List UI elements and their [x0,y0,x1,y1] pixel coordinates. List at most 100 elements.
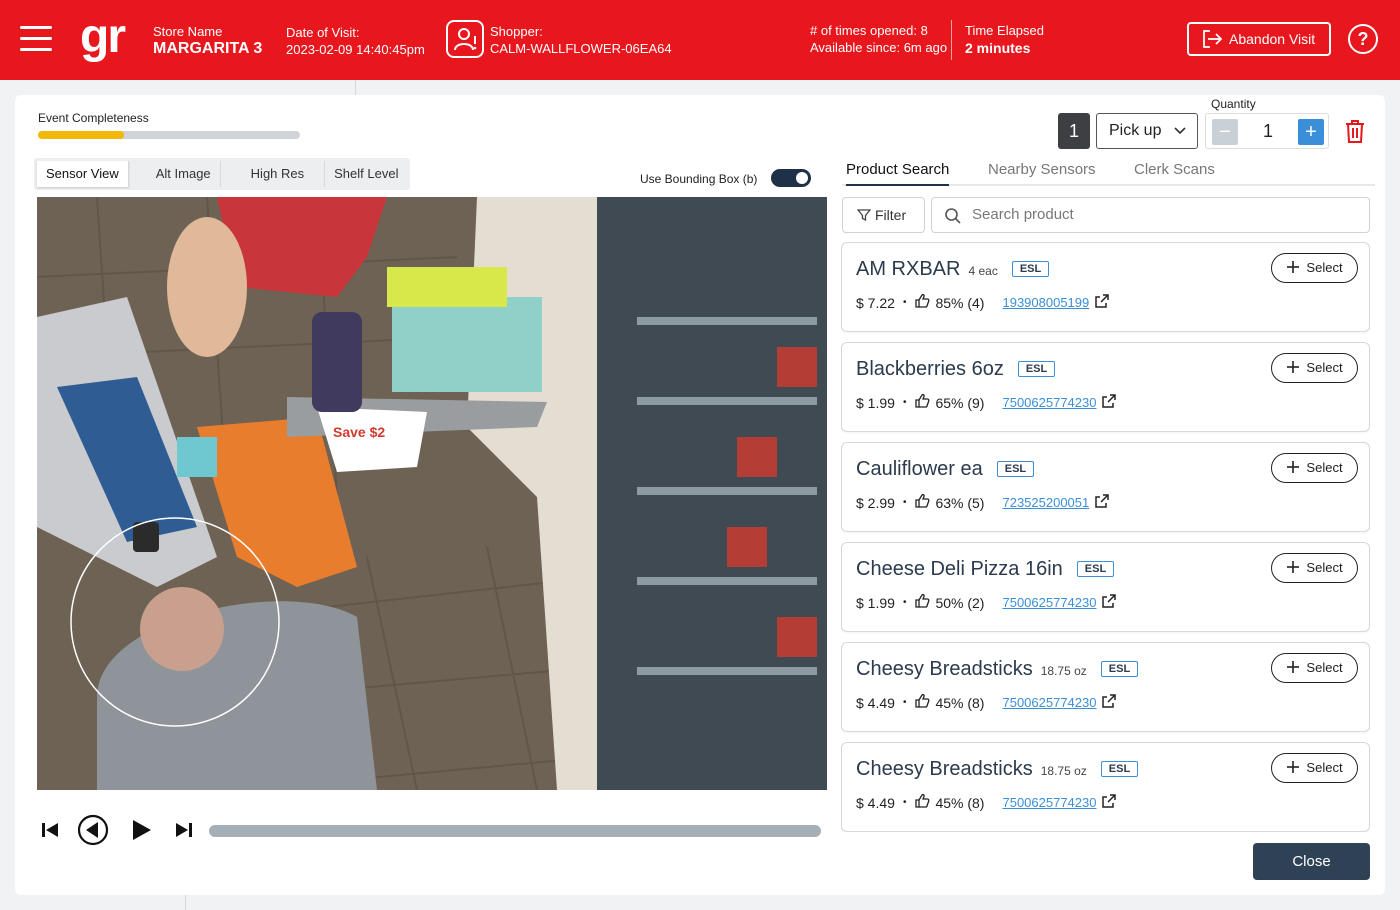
product-sku-link[interactable]: 7500625774230 [1002,595,1096,610]
visit-date-label: Date of Visit: [286,25,360,40]
step-back-icon[interactable] [77,814,109,851]
product-sku-link[interactable]: 723525200051 [1002,495,1089,510]
action-type-value: Pick up [1109,122,1162,139]
header-divider [951,20,952,60]
shopper-info: Shopper: CALM-WALLFLOWER-06EA64 [490,23,672,57]
product-sku-link[interactable]: 7500625774230 [1002,395,1096,410]
select-label: Select [1306,460,1343,475]
separator-dot: • [902,597,907,608]
tab-nearby-sensors[interactable]: Nearby Sensors [988,161,1096,184]
abandon-visit-button[interactable]: Abandon Visit [1187,22,1331,56]
external-link-icon[interactable] [1094,293,1110,312]
select-label: Select [1306,660,1343,675]
product-card[interactable]: Cauliflower ea ESL $ 2.99 • 63% (5) 723525200… [841,442,1370,532]
bounding-box-toggle[interactable] [771,169,811,187]
product-name-row: Cauliflower ea ESL [856,458,1035,481]
play-icon[interactable] [129,817,153,848]
esl-badge: ESL [1100,661,1139,677]
select-product-button[interactable]: Select [1271,753,1358,783]
help-icon[interactable]: ? [1348,24,1378,54]
skip-back-icon[interactable] [39,819,61,846]
product-size: 18.75 oz [1040,764,1087,778]
trash-icon[interactable] [1342,117,1368,150]
skip-forward-icon[interactable] [173,819,195,846]
thumbs-up-icon [914,393,930,412]
product-search-field[interactable] [931,197,1370,233]
product-card[interactable]: AM RXBAR 4 eac ESL $ 7.22 • 85% (4) 1939080051… [841,242,1370,332]
product-size: 4 eac [968,264,998,278]
quantity-label: Quantity [1211,97,1256,111]
visit-date-value: 2023-02-09 14:40:45pm [286,42,425,57]
select-product-button[interactable]: Select [1271,253,1358,283]
tab-high-res[interactable]: High Res [221,161,326,187]
product-name: Cheese Deli Pizza 16in [856,558,1063,580]
top-header-bar: gr Store Name MARGARITA 3 Date of Visit:… [0,0,1400,80]
product-match-percent: 45% (8) [935,794,985,811]
event-completeness-label: Event Completeness [38,111,149,125]
select-product-button[interactable]: Select [1271,453,1358,483]
product-sku-link[interactable]: 7500625774230 [1002,795,1096,810]
sensor-video-frame[interactable]: Save $2 [37,197,827,790]
product-price: $ 4.49 [856,794,895,811]
select-product-button[interactable]: Select [1271,653,1358,683]
tab-sensor-view[interactable]: Sensor View [37,161,129,187]
tab-clerk-scans[interactable]: Clerk Scans [1134,161,1215,184]
external-link-icon[interactable] [1094,493,1110,512]
quantity-increment-button[interactable]: + [1298,119,1324,145]
product-tabs: Product Search Nearby Sensors Clerk Scan… [842,158,1375,186]
product-card[interactable]: Cheesy Breadsticks 18.75 oz ESL $ 4.49 • 45% … [841,642,1370,732]
product-match-percent: 63% (5) [935,494,985,511]
event-completeness-fill [38,131,125,139]
product-name-row: Cheesy Breadsticks 18.75 oz ESL [856,658,1139,681]
esl-badge: ESL [1011,261,1050,277]
external-link-icon[interactable] [1101,393,1117,412]
product-name: Cheesy Breadsticks [856,758,1033,780]
quantity-value[interactable]: 1 [1246,114,1290,148]
shopper-icon [446,20,484,58]
view-tabs: Sensor View Alt Image High Res Shelf Lev… [34,158,411,190]
external-link-icon[interactable] [1101,593,1117,612]
tab-product-search[interactable]: Product Search [846,161,950,186]
playback-scrubber[interactable] [209,825,821,837]
external-link-icon[interactable] [1101,793,1117,812]
search-input[interactable] [972,206,1352,223]
product-card[interactable]: Blackberries 6oz ESL $ 1.99 • 65% (9) 7500625… [841,342,1370,432]
external-link-icon[interactable] [1101,693,1117,712]
close-button[interactable]: Close [1253,843,1370,880]
product-meta-row: $ 7.22 • 85% (4) 193908005199 [856,293,1110,312]
select-product-button[interactable]: Select [1271,353,1358,383]
product-sku-link[interactable]: 7500625774230 [1002,695,1096,710]
product-card[interactable]: Cheese Deli Pizza 16in ESL $ 1.99 • 50% (2) 7… [841,542,1370,632]
plus-icon [1286,660,1306,675]
menu-icon[interactable] [20,26,52,52]
time-elapsed-value: 2 minutes [965,40,1031,56]
select-product-button[interactable]: Select [1271,553,1358,583]
quantity-stepper: − 1 + [1205,113,1329,149]
shopper-id: CALM-WALLFLOWER-06EA64 [490,41,672,56]
product-card[interactable]: Cheesy Breadsticks 18.75 oz ESL $ 4.49 • 45% … [841,742,1370,832]
separator-dot: • [902,797,907,808]
thumbs-up-icon [914,293,930,312]
select-label: Select [1306,560,1343,575]
product-name: AM RXBAR [856,258,961,280]
time-elapsed-label: Time Elapsed [965,23,1044,38]
separator-dot: • [902,397,907,408]
select-label: Select [1306,260,1343,275]
filter-button[interactable]: Filter [842,197,925,233]
thumbs-up-icon [914,693,930,712]
store-label: Store Name [153,24,223,39]
product-name: Blackberries 6oz [856,358,1004,380]
available-since: Available since: 6m ago [810,40,948,55]
tab-shelf-level[interactable]: Shelf Level [325,161,407,187]
quantity-decrement-button[interactable]: − [1212,119,1238,145]
background-divider [355,80,356,96]
product-results-list: AM RXBAR 4 eac ESL $ 7.22 • 85% (4) 1939080051… [841,242,1370,832]
visit-date: Date of Visit: 2023-02-09 14:40:45pm [286,24,425,58]
shopper-label: Shopper: [490,24,543,39]
tab-alt-image[interactable]: Alt Image [147,161,221,187]
product-price: $ 1.99 [856,394,895,411]
product-sku-link[interactable]: 193908005199 [1002,295,1089,310]
thumbs-up-icon [914,493,930,512]
action-type-dropdown[interactable]: Pick up [1096,113,1198,149]
playback-controls [37,813,827,849]
